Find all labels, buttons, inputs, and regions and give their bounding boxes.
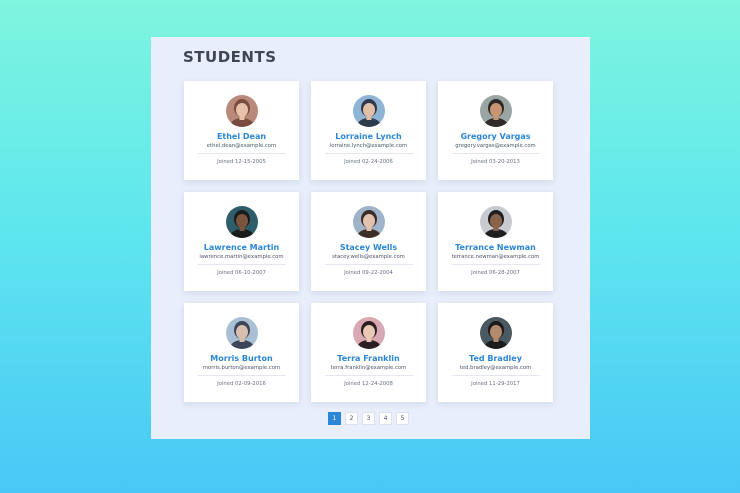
avatar (352, 317, 385, 349)
avatar (352, 95, 385, 127)
student-card[interactable]: Morris Burton morris.burton@example.com … (184, 303, 299, 402)
joined-date: Joined 02-24-2006 (344, 159, 393, 165)
student-email: morris.burton@example.com (202, 365, 281, 371)
joined-date: Joined 12-15-2005 (217, 159, 266, 165)
avatar (479, 317, 512, 349)
student-name[interactable]: Lorraine Lynch (335, 131, 401, 142)
divider (324, 264, 413, 265)
divider (197, 375, 286, 376)
joined-date: Joined 12-24-2008 (344, 381, 393, 387)
student-name[interactable]: Morris Burton (210, 353, 272, 364)
joined-date: Joined 03-20-2013 (471, 159, 520, 165)
student-card[interactable]: Gregory Vargas gregory.vargas@example.co… (438, 81, 553, 180)
avatar (225, 95, 258, 127)
student-email: lawrence.martin@example.com (199, 254, 284, 260)
avatar-portrait (225, 95, 258, 127)
divider (324, 375, 413, 376)
page-button-2[interactable]: 2 (345, 412, 358, 425)
avatar (225, 206, 258, 238)
student-card[interactable]: Ted Bradley ted.bradley@example.com Join… (438, 303, 553, 402)
divider (197, 153, 286, 154)
avatar-portrait (479, 317, 512, 349)
pagination: 1 2 3 4 5 (328, 412, 409, 425)
students-panel: STUDENTS Ethel Dean ethel.dean@example.c… (151, 37, 590, 439)
avatar (479, 206, 512, 238)
page-button-5[interactable]: 5 (396, 412, 409, 425)
avatar (225, 317, 258, 349)
page-button-1[interactable]: 1 (328, 412, 341, 425)
avatar-portrait (479, 206, 512, 238)
student-card[interactable]: Terrance Newman terrance.newman@example.… (438, 192, 553, 291)
avatar-portrait (479, 95, 512, 127)
student-name[interactable]: Ethel Dean (217, 131, 266, 142)
student-name[interactable]: Ted Bradley (469, 353, 522, 364)
divider (451, 153, 540, 154)
student-card[interactable]: Stacey Wells stacey.wells@example.com Jo… (311, 192, 426, 291)
student-email: ethel.dean@example.com (206, 143, 277, 149)
joined-date: Joined 02-09-2016 (217, 381, 266, 387)
avatar-portrait (225, 317, 258, 349)
avatar-portrait (352, 317, 385, 349)
page-button-3[interactable]: 3 (362, 412, 375, 425)
joined-date: Joined 09-22-2004 (344, 270, 393, 276)
student-card[interactable]: Terra Franklin terra.franklin@example.co… (311, 303, 426, 402)
avatar-portrait (352, 95, 385, 127)
student-email: lorraine.lynch@example.com (329, 143, 408, 149)
page-title: STUDENTS (183, 48, 277, 66)
student-email: ted.bradley@example.com (459, 365, 532, 371)
joined-date: Joined 06-10-2007 (217, 270, 266, 276)
divider (451, 264, 540, 265)
divider (197, 264, 286, 265)
student-email: terra.franklin@example.com (330, 365, 407, 371)
joined-date: Joined 06-28-2007 (471, 270, 520, 276)
student-email: stacey.wells@example.com (332, 254, 405, 260)
student-name[interactable]: Terrance Newman (455, 242, 536, 253)
student-name[interactable]: Terra Franklin (337, 353, 399, 364)
joined-date: Joined 11-29-2017 (471, 381, 520, 387)
divider (451, 375, 540, 376)
student-email: gregory.vargas@example.com (455, 143, 536, 149)
divider (324, 153, 413, 154)
avatar-portrait (352, 206, 385, 238)
student-card[interactable]: Lorraine Lynch lorraine.lynch@example.co… (311, 81, 426, 180)
student-name[interactable]: Gregory Vargas (460, 131, 530, 142)
avatar (352, 206, 385, 238)
student-email: terrance.newman@example.com (451, 254, 540, 260)
avatar (479, 95, 512, 127)
page-button-4[interactable]: 4 (379, 412, 392, 425)
student-name[interactable]: Lawrence Martin (204, 242, 279, 253)
student-name[interactable]: Stacey Wells (340, 242, 397, 253)
avatar-portrait (225, 206, 258, 238)
student-card[interactable]: Ethel Dean ethel.dean@example.com Joined… (184, 81, 299, 180)
student-card[interactable]: Lawrence Martin lawrence.martin@example.… (184, 192, 299, 291)
student-grid: Ethel Dean ethel.dean@example.com Joined… (184, 81, 553, 402)
